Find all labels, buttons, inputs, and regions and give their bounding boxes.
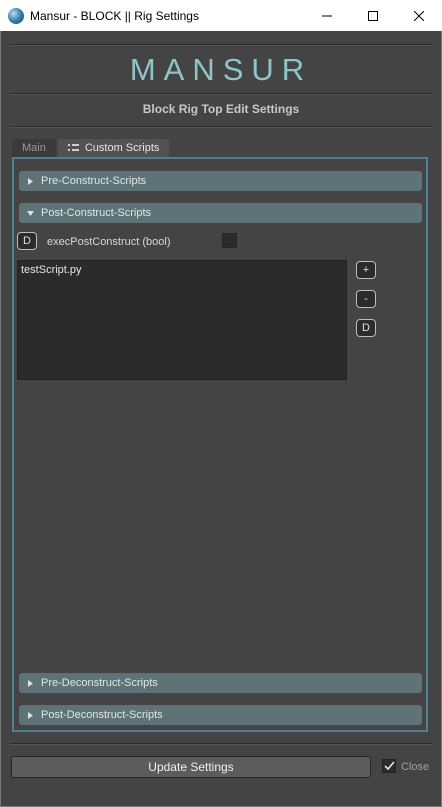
remove-script-button[interactable]: -	[356, 290, 376, 308]
exec-post-construct-checkbox[interactable]	[222, 233, 237, 248]
close-checkbox[interactable]	[382, 759, 396, 773]
collapsed-arrow-icon	[19, 679, 41, 687]
footer-divider	[10, 743, 432, 745]
default-scripts-button[interactable]: D	[356, 319, 376, 337]
default-attr-button[interactable]: D	[17, 232, 37, 250]
custom-scripts-panel: Pre-Construct-Scripts Post-Construct-Scr…	[12, 157, 428, 732]
header-divider-bottom	[10, 126, 432, 128]
window-title: Mansur - BLOCK || Rig Settings	[30, 8, 199, 23]
close-label: Close	[401, 761, 430, 773]
section-label: Post-Deconstruct-Scripts	[41, 709, 163, 721]
update-settings-button[interactable]: Update Settings	[11, 756, 371, 778]
section-label: Post-Construct-Scripts	[41, 207, 152, 219]
list-icon	[67, 144, 79, 152]
close-icon	[414, 10, 424, 21]
list-item[interactable]: testScript.py	[21, 264, 343, 276]
maximize-icon	[368, 10, 378, 21]
tab-label: Main	[22, 142, 46, 154]
section-post-deconstruct-scripts[interactable]: Post-Deconstruct-Scripts	[19, 705, 422, 725]
header-divider-middle	[10, 93, 432, 95]
minimize-button[interactable]	[304, 0, 350, 31]
script-list[interactable]: testScript.py	[17, 260, 347, 380]
tab-custom-scripts[interactable]: Custom Scripts	[57, 139, 170, 157]
title-bar: Mansur - BLOCK || Rig Settings	[0, 0, 442, 31]
page-subtitle: Block Rig Top Edit Settings	[142, 102, 300, 116]
maximize-button[interactable]	[350, 0, 396, 31]
tab-bar: Main Custom Scripts	[12, 139, 171, 157]
window-controls	[304, 0, 442, 31]
section-label: Pre-Deconstruct-Scripts	[41, 677, 158, 689]
section-pre-deconstruct-scripts[interactable]: Pre-Deconstruct-Scripts	[19, 673, 422, 693]
section-post-construct-scripts[interactable]: Post-Construct-Scripts	[19, 203, 422, 223]
tab-label: Custom Scripts	[84, 142, 160, 154]
app-globe-icon	[8, 7, 24, 24]
section-pre-construct-scripts[interactable]: Pre-Construct-Scripts	[19, 171, 422, 191]
expanded-arrow-icon	[19, 210, 41, 216]
close-window-button[interactable]	[396, 0, 442, 31]
tab-main[interactable]: Main	[12, 139, 56, 157]
header-divider-top	[10, 44, 432, 46]
minimize-icon	[322, 15, 332, 16]
checkmark-icon	[383, 761, 395, 771]
section-label: Pre-Construct-Scripts	[41, 175, 147, 187]
collapsed-arrow-icon	[19, 711, 41, 719]
add-script-button[interactable]: +	[356, 261, 376, 279]
logo: MANSUR	[129, 52, 313, 87]
exec-post-construct-label: execPostConstruct (bool)	[47, 236, 171, 248]
collapsed-arrow-icon	[19, 177, 41, 185]
